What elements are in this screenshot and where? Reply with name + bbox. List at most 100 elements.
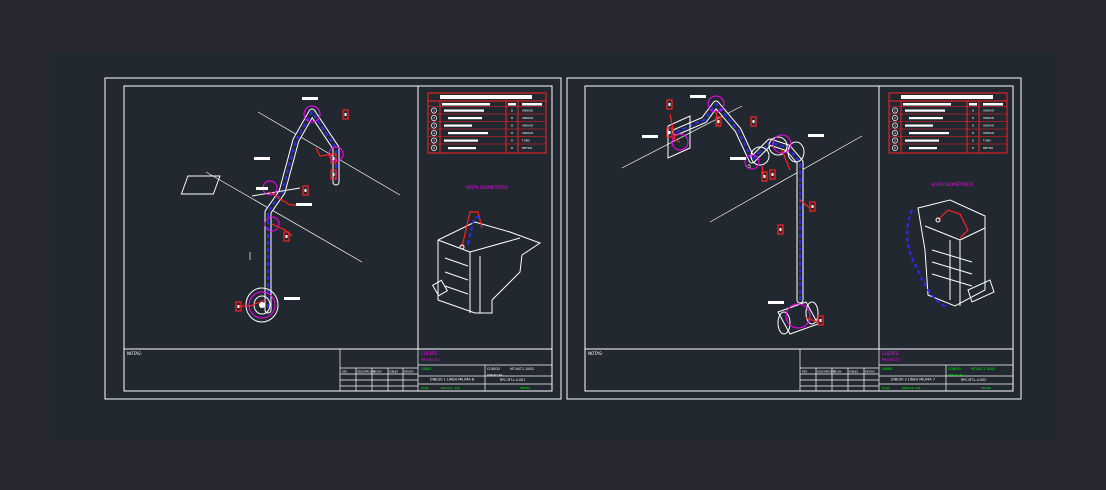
sheet-1-rev-h4: REVISO xyxy=(404,370,414,374)
sheet-1-drawing-title: DIBUJO 1 LINEA MILIMA 8 xyxy=(430,378,474,382)
sheet-1-rev-h0: REV xyxy=(342,370,347,374)
sheet-2-view-label: VISTA ISOMETRICA xyxy=(931,182,974,188)
sheet-2-rev-h0: REV xyxy=(802,370,807,374)
item-quantity: 8 xyxy=(972,146,974,150)
item-number: 3 xyxy=(894,124,896,128)
item-number: 6 xyxy=(894,146,896,150)
item-description xyxy=(905,109,945,112)
cad-drawing[interactable]: .w { stroke:#ffffff; fill:none; stroke-w… xyxy=(0,0,1106,490)
item-number: 4 xyxy=(894,131,896,135)
item-description xyxy=(448,147,476,150)
item-unit: UNIDAD xyxy=(522,109,533,113)
sheet-1-project-label: PROYECTO xyxy=(421,358,440,362)
sheet-1-code-label: CODIGO xyxy=(487,367,501,371)
sheet-1-notes-label: NOTAS: xyxy=(127,351,142,356)
sheet-1-client-label: CLIENTE xyxy=(421,351,438,356)
item-quantity: 8 xyxy=(972,139,974,143)
sheet-1-rev-h3: DIBUJO xyxy=(389,370,398,374)
item-description xyxy=(448,132,488,135)
sheet-1-drawing-no: RPC-MT-L-4-001 xyxy=(500,378,525,382)
sheet-1-detail-view xyxy=(431,211,542,314)
item-quantity: 8 xyxy=(511,116,513,120)
material-row: 1 8 UNIDAD xyxy=(428,106,546,114)
sheet-2-notes-label: NOTAS: xyxy=(588,351,603,356)
item-unit: UNIDAD xyxy=(983,116,994,120)
material-row: 2 8 UNIDAD xyxy=(428,113,546,121)
sheet-2-rev-h4: REVISO xyxy=(865,370,875,374)
material-row: 5 8 TUBO xyxy=(889,136,1007,144)
sheet-1-inner-border xyxy=(123,85,553,392)
item-description xyxy=(909,147,937,150)
material-row: 4 8 UNIDAD xyxy=(428,128,546,136)
item-quantity: 8 xyxy=(511,146,513,150)
item-unit: METRO xyxy=(522,146,533,150)
item-number: 2 xyxy=(894,116,896,120)
item-unit: UNIDAD xyxy=(983,109,994,113)
item-number: 3 xyxy=(433,124,435,128)
sheet-2-sheet-label: HOJA xyxy=(882,386,890,390)
sheet-2-outer-border xyxy=(566,77,1022,400)
item-description xyxy=(444,139,478,142)
material-row: 6 8 METRO xyxy=(428,143,546,151)
item-number: 2 xyxy=(433,116,435,120)
item-unit: UNIDAD xyxy=(522,131,533,135)
item-number: 1 xyxy=(894,109,896,113)
item-quantity: 8 xyxy=(972,131,974,135)
item-description xyxy=(905,124,933,127)
material-row: 3 8 UNIDAD xyxy=(889,121,1007,129)
item-number: 1 xyxy=(433,109,435,113)
sheet-2-rev-h3: DIBUJO xyxy=(849,370,858,374)
material-row: 4 8 UNIDAD xyxy=(889,128,1007,136)
item-quantity: 8 xyxy=(511,131,513,135)
sheet-1-title-block: NOTAS: REV DESCRIPCION FECHA DIBUJO REVI… xyxy=(127,351,552,391)
sheet-1-code: MT-AUT-1-0002 xyxy=(510,367,534,371)
item-quantity: 8 xyxy=(511,109,513,113)
sheet-2-title-block: NOTAS: REV DESCRIPCION FECHA DIBUJO REVI… xyxy=(588,351,1013,391)
item-number: 5 xyxy=(433,139,435,143)
sheet-2-project-label: PROYECTO xyxy=(882,358,901,362)
material-row: 3 8 UNIDAD xyxy=(428,121,546,129)
item-quantity: 8 xyxy=(972,116,974,120)
item-unit: UNIDAD xyxy=(522,116,533,120)
sheet-2-drawing-no-label: DIBUJO No. xyxy=(948,373,965,377)
item-unit: UNIDAD xyxy=(522,124,533,128)
item-number: 4 xyxy=(433,131,435,135)
sheet-2-rev-h2: FECHA xyxy=(833,370,842,374)
sheet-1-material-table: 1 8 UNIDAD 2 8 UNIDAD 3 8 UNIDAD 4 8 UNIDAD 5 8 TUBO 6 8… xyxy=(427,92,547,154)
sheet-2-material-table: 1 8 UNIDAD 2 8 UNIDAD 3 8 UNIDAD 4 8 UNIDAD 5 8 TUBO 6 8… xyxy=(888,92,1008,154)
sheet-2-scale-label: ESCALA: S/E xyxy=(902,386,921,390)
item-quantity: 8 xyxy=(511,139,513,143)
item-quantity: 8 xyxy=(972,109,974,113)
material-row: 5 8 TUBO xyxy=(428,136,546,144)
material-row: 2 8 UNIDAD xyxy=(889,113,1007,121)
item-number: 5 xyxy=(894,139,896,143)
item-unit: METRO xyxy=(983,146,994,150)
item-quantity: 8 xyxy=(511,124,513,128)
sheet-2-drawing-title: DIBUJO 2 LINEA MILIMA 7 xyxy=(891,378,935,382)
item-quantity: 8 xyxy=(972,124,974,128)
sheet-2-code-label: CODIGO xyxy=(948,367,962,371)
item-description xyxy=(448,117,482,120)
sheet-1-title-green: LINEA xyxy=(421,367,432,371)
item-unit: TUBO xyxy=(521,139,531,143)
item-number: 6 xyxy=(433,146,435,150)
item-description xyxy=(444,109,484,112)
item-description xyxy=(905,139,939,142)
material-row: 1 8 UNIDAD xyxy=(889,106,1007,114)
sheet-1-view-label: VISTA ISOMETRICA xyxy=(466,185,509,191)
sheet-1-main-isometric xyxy=(180,97,401,323)
material-row: 6 8 METRO xyxy=(889,143,1007,151)
sheet-2-detail-view xyxy=(906,199,995,309)
sheet-2: 1 8 UNIDAD 2 8 UNIDAD 3 8 UNIDAD 4 8 UNIDAD 5 8 TUBO 6 8… xyxy=(566,77,1022,400)
item-unit: UNIDAD xyxy=(983,131,994,135)
sheet-1-drawing-no-label: DIBUJO No. xyxy=(487,373,504,377)
sheet-2-main-isometric: ◦5 xyxy=(621,95,863,335)
sheet-1-date-label: FECHA xyxy=(520,386,531,390)
sheet-1: 1 8 UNIDAD 2 8 UNIDAD 3 8 UNIDAD 4 8 UNIDAD 5 8 TUBO 6 8… xyxy=(104,77,562,400)
item-description xyxy=(909,117,943,120)
sheet-2-title-green: LINEA xyxy=(882,367,893,371)
item-description xyxy=(444,124,472,127)
sheet-1-rev-h2: FECHA xyxy=(373,370,382,374)
sheet-1-scale-label: ESCALA: S/E xyxy=(441,386,460,390)
sheet-1-sheet-label: HOJA xyxy=(421,386,429,390)
